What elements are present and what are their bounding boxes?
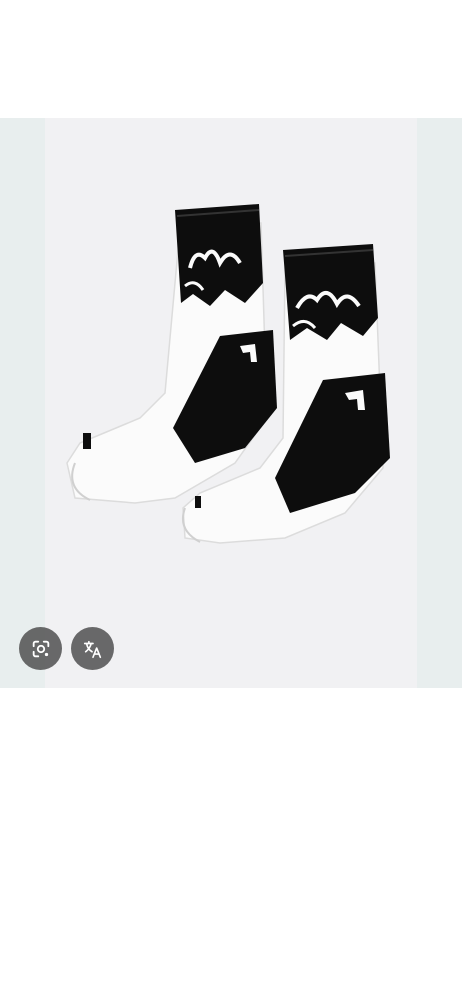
translate-button[interactable] <box>71 627 114 670</box>
product-image[interactable] <box>45 118 417 688</box>
google-lens-button[interactable] <box>19 627 62 670</box>
google-lens-icon <box>32 640 49 657</box>
empty-area <box>0 688 462 999</box>
left-sock <box>66 204 277 504</box>
translate-icon <box>83 640 101 658</box>
image-viewer-page <box>0 0 462 999</box>
socks-illustration <box>66 204 390 544</box>
